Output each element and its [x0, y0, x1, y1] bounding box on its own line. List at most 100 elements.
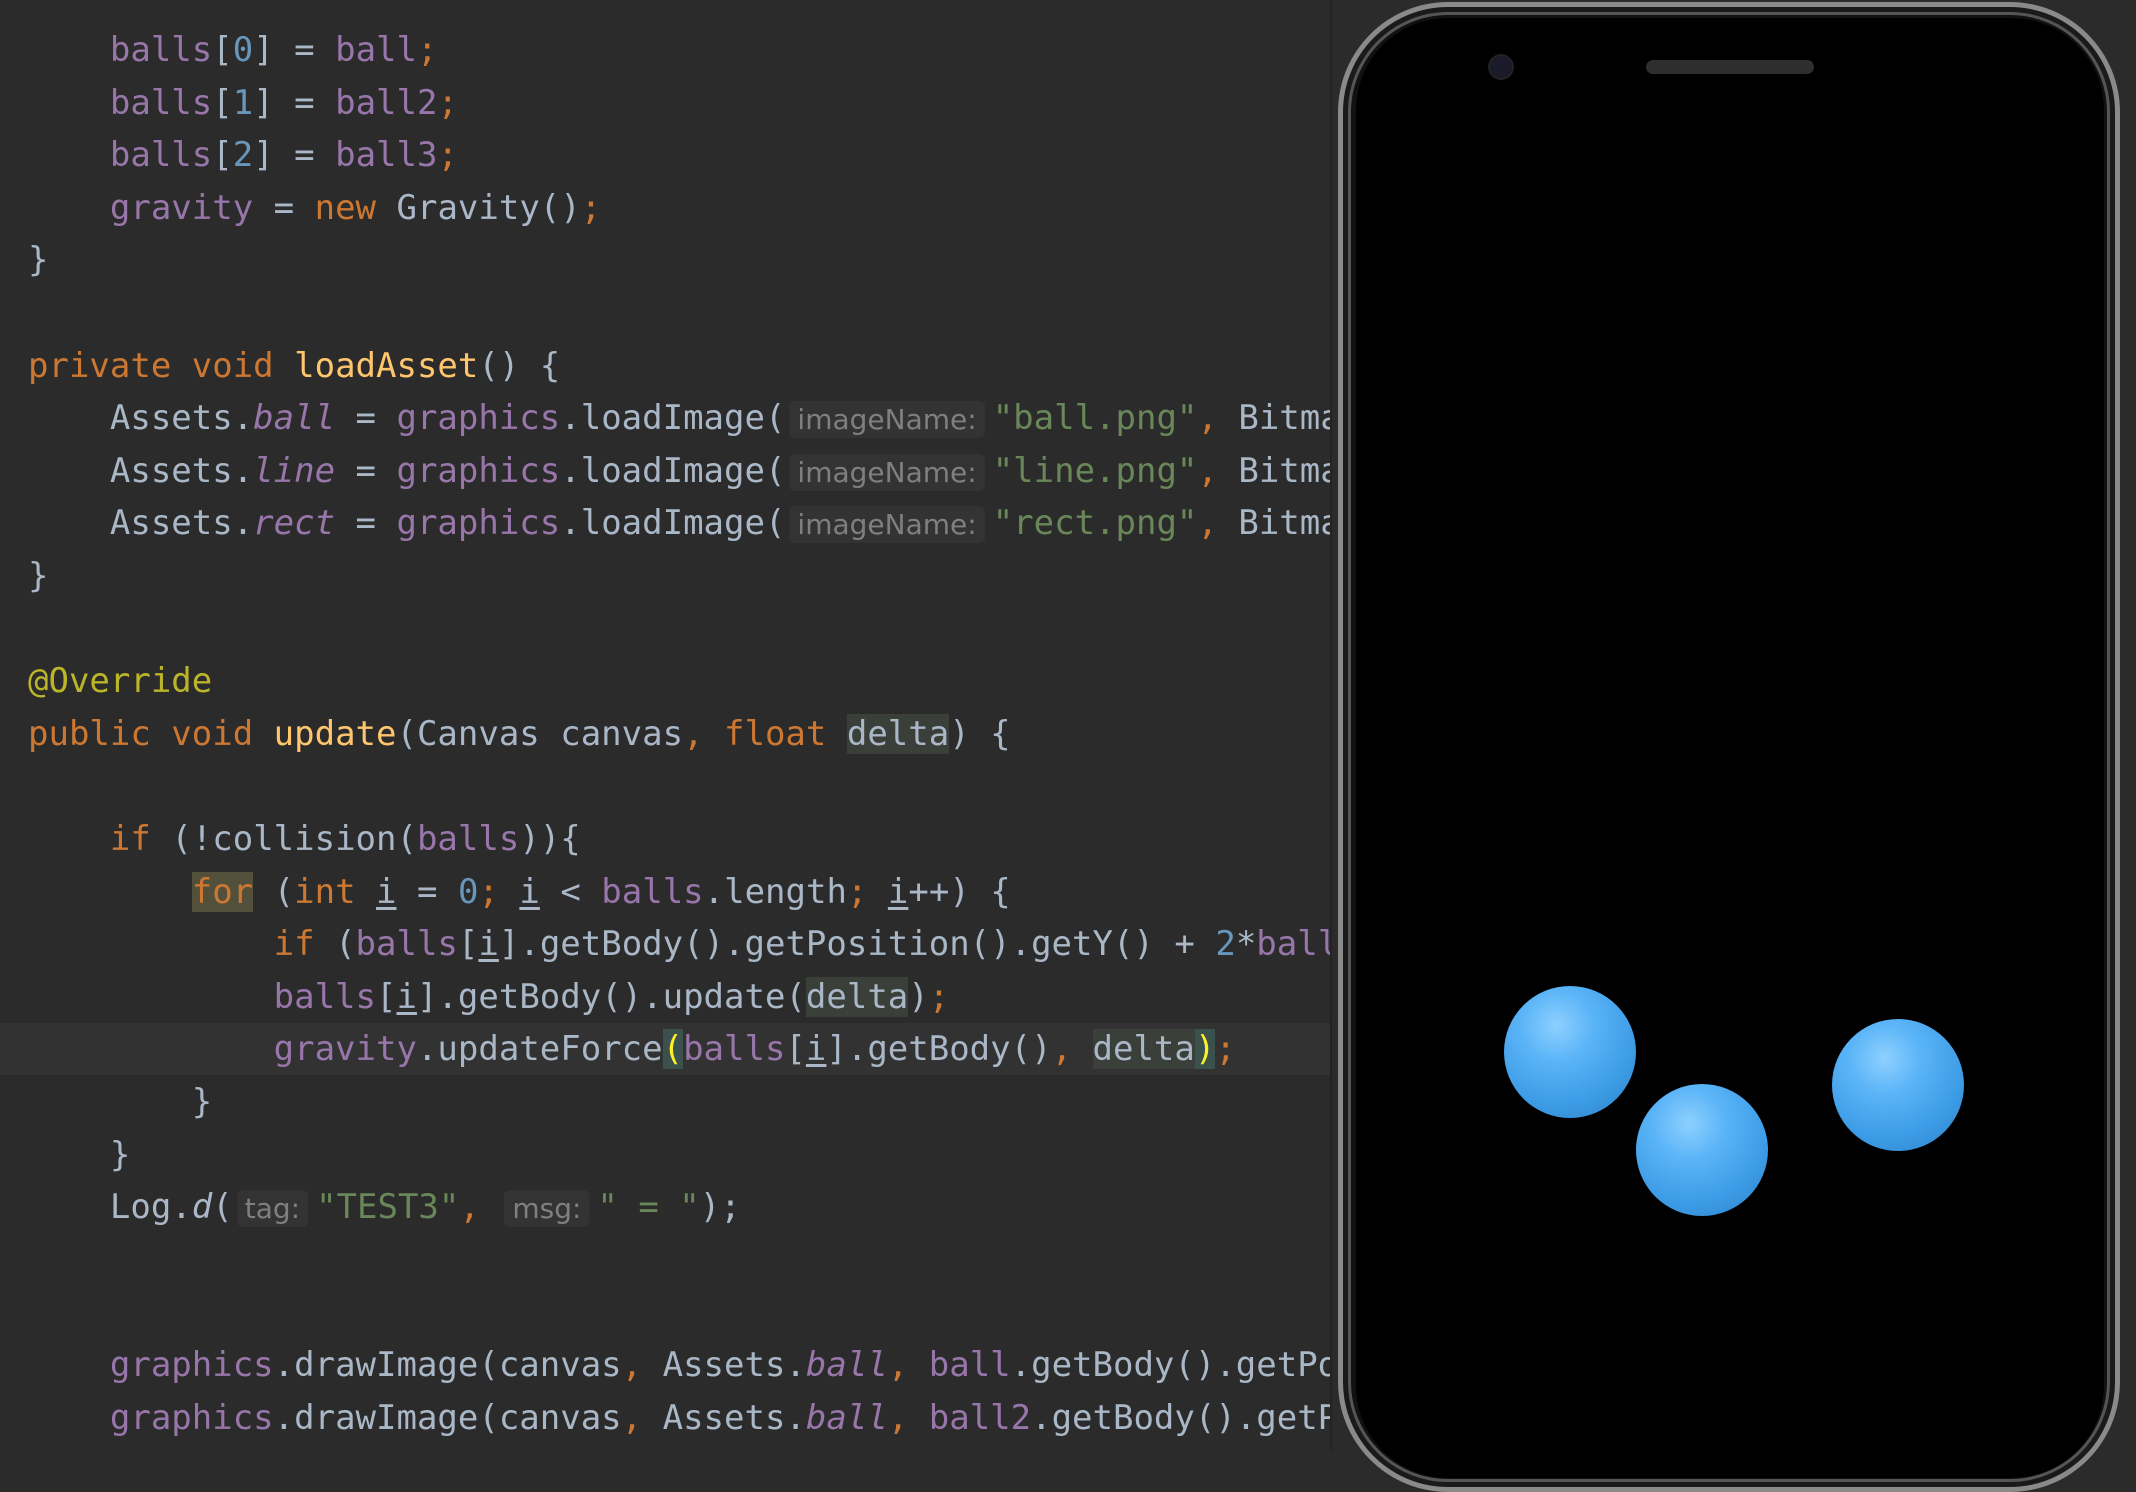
code-token: graphics	[109, 1397, 274, 1438]
code-line[interactable]: balls[2] = ball3;	[0, 129, 1332, 181]
code-token: i	[887, 871, 909, 912]
code-token: rect	[253, 503, 336, 544]
code-token: .drawImage(canvas	[273, 1397, 622, 1438]
code-token: .drawImage(canvas	[273, 1345, 622, 1385]
code-line[interactable]: balls[1] = ball2;	[0, 77, 1332, 129]
code-line[interactable]: Log.d(tag: "TEST3", msg: " = ");	[0, 1181, 1332, 1233]
code-line[interactable]: if (balls[i].getBody().getPosition().get…	[0, 918, 1332, 970]
code-token: loadAsset	[294, 345, 479, 386]
code-line[interactable]	[0, 760, 1332, 812]
code-token: Bitmap	[1238, 450, 1332, 491]
code-token: .loadImage(	[560, 503, 786, 544]
code-line[interactable]	[0, 603, 1332, 655]
parameter-hint: imageName:	[789, 401, 985, 439]
code-token: .getBody().getPo	[1031, 1397, 1332, 1438]
code-token: balls	[601, 871, 704, 912]
code-token: for	[191, 871, 254, 912]
code-line[interactable]: if (!collision(balls)){	[0, 813, 1332, 865]
code-token: gravity	[109, 187, 254, 228]
code-token: new	[314, 187, 397, 228]
code-line[interactable]: private void loadAsset() {	[0, 340, 1332, 392]
code-token: "line.png"	[992, 450, 1198, 491]
code-token: ].getBody().getPosition().getY() +	[498, 924, 1216, 965]
code-token: (Canvas canvas	[396, 713, 684, 754]
code-token: i	[478, 924, 499, 965]
code-line[interactable]: graphics.drawImage(canvas, Assets.ball, …	[0, 1392, 1332, 1444]
code-line[interactable]: Assets.rect = graphics.loadImage(imageNa…	[0, 497, 1332, 549]
code-token: private	[28, 345, 192, 386]
code-token: (!collision(	[171, 819, 417, 859]
code-token: 1	[232, 82, 254, 123]
code-token: i	[805, 1029, 827, 1070]
parameter-hint: imageName:	[789, 453, 985, 491]
code-line[interactable]: balls[0] = ball;	[0, 24, 1332, 76]
code-token: *	[1235, 924, 1257, 965]
code-token: ].getBody()	[826, 1029, 1052, 1070]
code-token: balls	[416, 819, 520, 859]
code-token: }	[28, 1134, 131, 1175]
code-line[interactable]: }	[0, 1076, 1332, 1128]
code-token: }	[28, 1082, 213, 1122]
code-token: balls	[109, 82, 213, 123]
code-token: ;	[437, 82, 458, 123]
code-token: delta	[846, 713, 950, 754]
code-token: ball	[335, 30, 417, 70]
code-token: .length	[703, 871, 847, 912]
code-token: 2	[1215, 924, 1236, 965]
code-line[interactable]	[0, 287, 1332, 339]
code-line[interactable]: }	[0, 1129, 1332, 1181]
code-token: =	[396, 871, 458, 912]
code-token: 0	[457, 871, 479, 912]
code-token: Bitmap	[1238, 398, 1332, 439]
code-token: ;	[580, 187, 602, 228]
code-line[interactable]: @Override	[0, 655, 1332, 707]
code-token: =	[335, 450, 397, 491]
code-line[interactable]: balls[i].getBody().update(delta);	[0, 971, 1332, 1023]
code-line[interactable]: Assets.line = graphics.loadImage(imageNa…	[0, 445, 1332, 497]
code-token: ++) {	[908, 871, 1011, 912]
code-token: i	[519, 871, 540, 912]
code-token: delta	[1092, 1029, 1195, 1070]
phone-screen[interactable]	[1356, 18, 2104, 1478]
code-token: ] =	[253, 30, 336, 70]
code-line[interactable]: graphics.drawImage(canvas, Assets.ball, …	[0, 1339, 1332, 1391]
code-token: Assets.	[28, 450, 254, 491]
ball-sprite	[1504, 986, 1636, 1118]
code-token: Log.	[28, 1187, 192, 1228]
front-camera-icon	[1490, 56, 1512, 78]
code-line[interactable]: Assets.ball = graphics.loadImage(imageNa…	[0, 392, 1332, 444]
code-line[interactable]: gravity = new Gravity();	[0, 182, 1332, 234]
code-line[interactable]: for (int i = 0; i < balls.length; i++) {	[0, 866, 1332, 918]
code-token: }	[28, 240, 49, 281]
code-token: =	[335, 398, 397, 439]
code-line[interactable]: public void update(Canvas canvas, float …	[0, 708, 1332, 760]
code-editor[interactable]: balls[0] = ball; balls[1] = ball2; balls…	[0, 0, 1332, 1450]
code-token: ] =	[253, 135, 336, 176]
code-line[interactable]	[0, 1286, 1332, 1338]
code-token: (	[335, 924, 356, 965]
code-token: 2	[232, 135, 254, 176]
code-token: ;	[1215, 1029, 1236, 1070]
code-token: [	[457, 924, 479, 965]
code-token: if	[273, 924, 336, 965]
code-token: graphics	[396, 398, 561, 439]
code-token: [	[212, 82, 233, 123]
code-token: (	[662, 1029, 684, 1070]
code-token: i	[376, 871, 397, 912]
code-token: ,	[1197, 398, 1239, 439]
code-token: line	[253, 450, 336, 491]
code-line[interactable]: }	[0, 234, 1332, 286]
code-token: )	[1194, 1029, 1216, 1070]
parameter-hint: imageName:	[789, 506, 985, 544]
code-line[interactable]	[0, 1234, 1332, 1286]
code-token: .loadImage(	[560, 398, 786, 439]
code-line[interactable]: gravity.updateForce(balls[i].getBody(), …	[0, 1023, 1332, 1076]
code-line[interactable]: }	[0, 550, 1332, 602]
code-token: ,	[1197, 503, 1239, 544]
